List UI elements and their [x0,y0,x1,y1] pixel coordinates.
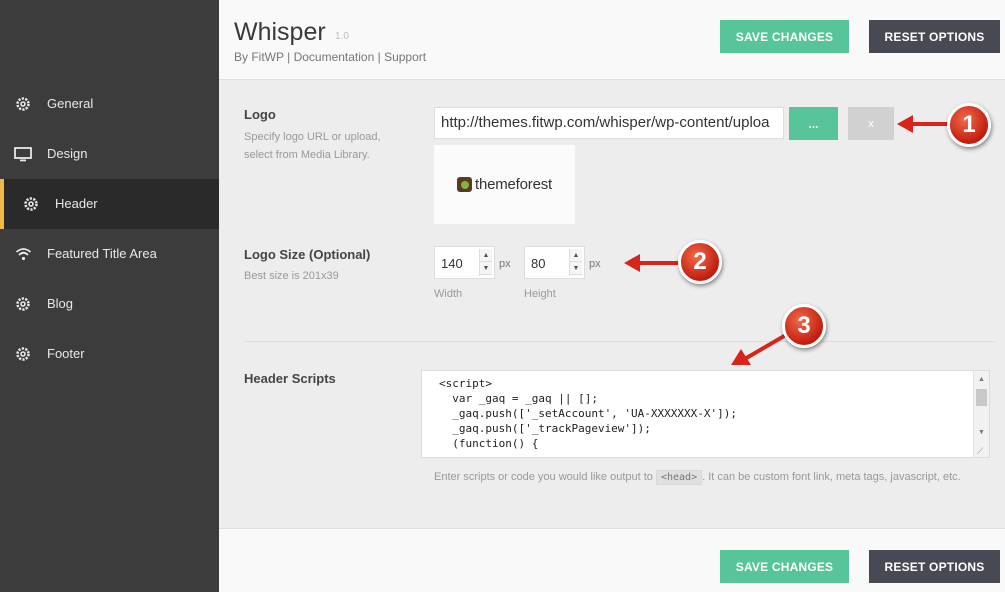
callout-arrow-2 [624,254,682,272]
stepper-spinner[interactable]: ▲ ▼ [479,249,492,276]
header-scripts-textarea[interactable]: <script> var _gaq = _gaq || []; _gaq.pus… [421,370,990,458]
reset-options-button[interactable]: RESET OPTIONS [869,550,1000,583]
sidebar: General Design Header Featured Title Are… [0,0,219,592]
gear-icon [14,96,32,112]
width-caption: Width [434,288,463,300]
logo-description-line: select from Media Library. [244,149,370,161]
height-caption: Height [524,288,556,300]
sidebar-item-label: Design [47,146,88,161]
logo-width-stepper[interactable]: 140 ▲ ▼ [434,246,495,279]
stepper-up-icon[interactable]: ▲ [480,249,492,262]
scroll-up-icon[interactable]: ▲ [974,372,989,386]
header-scripts-help: Enter scripts or code you would like out… [434,468,994,487]
sidebar-item-design[interactable]: Design [0,129,219,179]
stepper-up-icon[interactable]: ▲ [570,249,582,262]
page-header: Whisper 1.0 By FitWP | Documentation | S… [219,0,1005,80]
monitor-icon [14,146,32,162]
logo-description-line: Specify logo URL or upload, [244,131,381,143]
header-scripts-label: Header Scripts [244,371,336,386]
stepper-down-icon[interactable]: ▼ [480,262,492,275]
help-text: Enter scripts or code you would like out… [434,471,653,483]
head-tag-code: <head> [655,470,703,485]
stepper-spinner[interactable]: ▲ ▼ [569,249,582,276]
sidebar-item-label: Blog [47,296,74,311]
callout-badge-1: 1 [947,103,991,147]
logo-label: Logo [244,107,276,122]
section-divider [244,341,995,342]
logo-height-value: 80 [531,256,546,271]
width-unit: px [499,258,511,270]
sidebar-item-footer[interactable]: Footer [0,329,219,379]
options-panel: Logo Specify logo URL or upload, select … [219,80,1005,528]
logo-width-value: 140 [441,256,463,271]
scroll-thumb[interactable] [976,389,987,406]
themeforest-logo: themeforest [456,176,552,193]
sidebar-item-label: Header [55,196,98,211]
scroll-down-icon[interactable]: ▼ [974,425,989,439]
height-unit: px [589,258,601,270]
sidebar-item-featured-title-area[interactable]: Featured Title Area [0,229,219,279]
footer-bar: SAVE CHANGES RESET OPTIONS [219,528,1005,592]
gear-icon [14,346,32,362]
version-label: 1.0 [335,31,349,42]
header-scripts-code: <script> var _gaq = _gaq || []; _gaq.pus… [439,377,738,450]
sidebar-item-blog[interactable]: Blog [0,279,219,329]
save-changes-button[interactable]: SAVE CHANGES [720,20,849,53]
textarea-scrollbar[interactable]: ▲ ▼ [973,371,989,457]
logo-description: Specify logo URL or upload, select from … [244,128,381,164]
callout-arrow-1 [897,115,953,133]
sidebar-item-header[interactable]: Header [0,179,219,229]
logo-preview: themeforest [434,145,575,224]
logo-size-label: Logo Size (Optional) [244,247,371,262]
logo-size-description: Best size is 201x39 [244,270,339,282]
upload-button[interactable]: ... [789,107,838,140]
help-text: . It can be custom font link, meta tags,… [702,471,961,483]
gear-icon [14,296,32,312]
byline-links[interactable]: By FitWP | Documentation | Support [234,50,426,64]
callout-badge-2: 2 [678,240,722,284]
page-title: Whisper [234,18,326,46]
logo-preview-text: themeforest [474,176,552,193]
callout-badge-3: 3 [782,304,826,348]
themeforest-badge-icon [456,177,472,192]
logo-url-input[interactable]: http://themes.fitwp.com/whisper/wp-conte… [434,107,784,139]
remove-logo-button[interactable]: x [848,107,894,140]
save-changes-button[interactable]: SAVE CHANGES [720,550,849,583]
sidebar-item-label: General [47,96,94,111]
resize-handle-icon[interactable]: ⟋ [977,446,986,456]
wifi-icon [14,246,32,262]
sidebar-item-label: Footer [47,346,85,361]
gear-icon [22,196,40,212]
stepper-down-icon[interactable]: ▼ [570,262,582,275]
sidebar-item-general[interactable]: General [0,79,219,129]
reset-options-button[interactable]: RESET OPTIONS [869,20,1000,53]
sidebar-item-label: Featured Title Area [47,246,157,261]
logo-height-stepper[interactable]: 80 ▲ ▼ [524,246,585,279]
